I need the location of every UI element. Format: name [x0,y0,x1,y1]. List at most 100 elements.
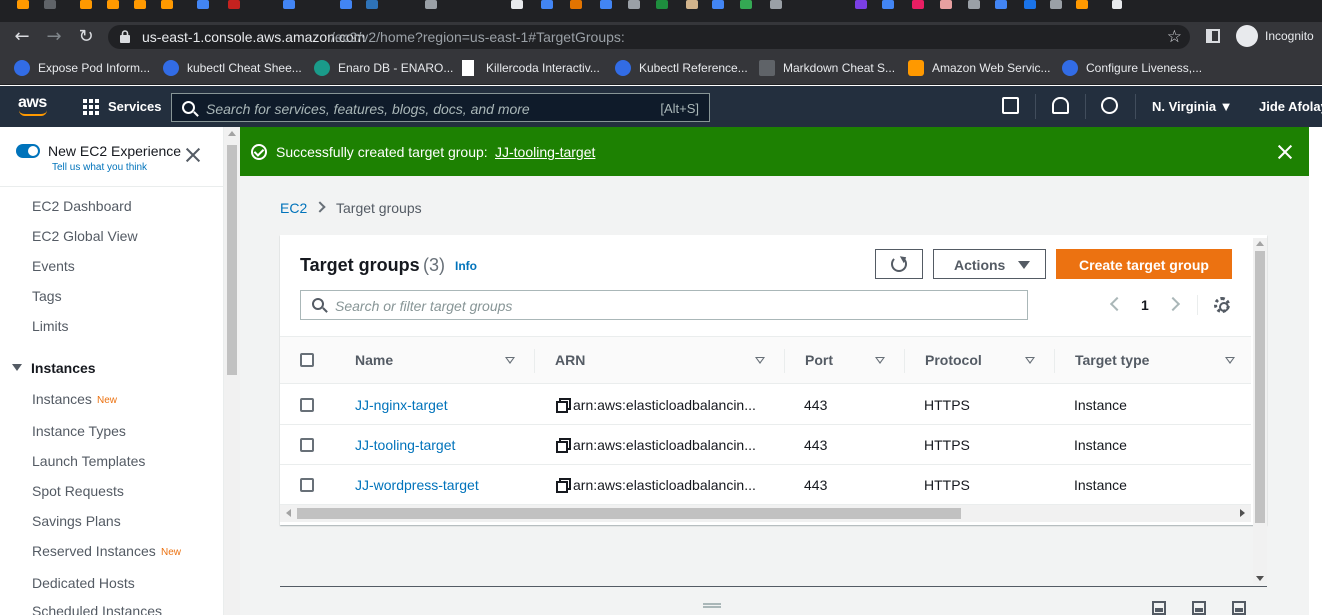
tab-favicon[interactable] [366,0,378,9]
row-checkbox[interactable] [300,398,314,412]
account-menu[interactable]: Jide Afolaya [1259,99,1322,114]
actions-button[interactable]: Actions [933,249,1046,279]
help-icon[interactable] [1101,97,1118,114]
tab-favicon[interactable] [17,0,29,9]
split-panel-drag-handle[interactable] [703,603,721,608]
split-panel-hide-icon[interactable] [1232,601,1246,615]
sidebar-section-instances[interactable]: Instances [31,360,96,376]
close-icon[interactable] [1277,144,1293,160]
tab-favicon[interactable] [940,0,952,9]
tab-favicon[interactable] [228,0,240,9]
tab-favicon[interactable] [882,0,894,9]
row-checkbox[interactable] [300,438,314,452]
filter-input[interactable]: Search or filter target groups [300,290,1028,320]
feedback-link[interactable]: Tell us what you think [52,162,147,173]
scrollbar-thumb[interactable] [1255,251,1265,523]
sort-icon[interactable] [875,357,885,364]
new-experience-toggle[interactable] [16,144,40,158]
create-target-group-button[interactable]: Create target group [1056,249,1232,279]
cloudshell-icon[interactable] [1002,97,1019,114]
tab-favicon[interactable] [1076,0,1088,9]
sidebar-item-savings-plans[interactable]: Savings Plans [32,513,121,529]
caret-down-icon[interactable] [12,364,22,371]
scroll-up-icon[interactable] [228,131,236,136]
sort-icon[interactable] [1025,357,1035,364]
sort-icon[interactable] [505,357,515,364]
sidebar-item-launch-templates[interactable]: Launch Templates [32,453,145,469]
table-row[interactable]: JJ-tooling-target arn:aws:elasticloadbal… [280,425,1251,465]
scroll-right-icon[interactable] [1240,509,1245,517]
tab-favicon[interactable] [656,0,668,9]
bell-icon[interactable] [1052,97,1069,114]
scrollbar-thumb[interactable] [227,145,237,375]
row-checkbox[interactable] [300,478,314,492]
sidebar-item-ec2-global-view[interactable]: EC2 Global View [32,228,138,244]
refresh-button[interactable] [875,249,923,279]
scroll-down-icon[interactable] [1256,576,1264,581]
sidebar-item-spot-requests[interactable]: Spot Requests [32,483,124,499]
url-input[interactable]: us-east-1.console.aws.amazon.com /ec2/v2… [108,25,1190,49]
page-number[interactable]: 1 [1141,297,1149,313]
table-row[interactable]: JJ-wordpress-target arn:aws:elasticloadb… [280,465,1251,505]
copy-icon[interactable] [556,438,571,453]
sidebar-item-dedicated-hosts[interactable]: Dedicated Hosts [32,575,135,591]
tab-favicon[interactable] [628,0,640,9]
tab-favicon[interactable] [995,0,1007,9]
grid-icon[interactable] [83,99,99,115]
tab-favicon[interactable] [107,0,119,9]
copy-icon[interactable] [556,398,571,413]
scroll-up-icon[interactable] [1256,241,1264,246]
info-link[interactable]: Info [455,259,477,273]
tab-favicon[interactable] [855,0,867,9]
region-selector[interactable]: N. Virginia ▼ [1152,99,1233,114]
tab-favicon[interactable] [968,0,980,9]
tab-favicon[interactable] [770,0,782,9]
target-group-name-link[interactable]: JJ-wordpress-target [355,477,479,493]
sidebar-item-scheduled-instances[interactable]: Scheduled Instances [32,603,162,615]
sidebar-item-tags[interactable]: Tags [32,288,62,304]
split-panel-bottom-icon[interactable] [1152,601,1166,615]
flash-target-group-link[interactable]: JJ-tooling-target [495,144,595,160]
tab-favicon[interactable] [712,0,724,9]
sidebar-item-events[interactable]: Events [32,258,75,274]
tab-favicon[interactable] [686,0,698,9]
tab-favicon[interactable] [912,0,924,9]
column-header-protocol[interactable]: Protocol [925,352,982,368]
table-horizontal-scrollbar[interactable] [280,505,1251,522]
sidebar-item-instances[interactable]: Instances [32,391,92,407]
tab-favicon[interactable] [197,0,209,9]
reload-icon[interactable]: ↻ [74,26,98,48]
services-menu-button[interactable]: Services [108,99,162,114]
tab-favicon[interactable] [425,0,437,9]
chevron-left-icon[interactable] [1109,296,1125,312]
column-header-name[interactable]: Name [355,352,393,368]
gear-icon[interactable] [1214,297,1230,313]
target-group-name-link[interactable]: JJ-nginx-target [355,397,448,413]
tab-favicon[interactable] [570,0,582,9]
back-icon[interactable]: ← [10,26,34,48]
tab-favicon[interactable] [600,0,612,9]
side-panel-icon[interactable] [1206,29,1220,43]
tab-favicon[interactable] [340,0,352,9]
select-all-checkbox[interactable] [300,353,314,367]
scrollbar-thumb[interactable] [297,508,961,519]
tab-favicon[interactable] [161,0,173,9]
new-tab-icon[interactable] [1112,0,1122,9]
split-panel-side-icon[interactable] [1192,601,1206,615]
column-header-target-type[interactable]: Target type [1075,352,1149,368]
sort-icon[interactable] [1225,357,1235,364]
sort-icon[interactable] [755,357,765,364]
tab-favicon[interactable] [541,0,553,9]
close-icon[interactable] [185,147,201,163]
tab-favicon[interactable] [134,0,146,9]
column-header-arn[interactable]: ARN [555,352,585,368]
panel-vertical-scrollbar[interactable] [1253,238,1267,584]
bookmark-star-icon[interactable]: ☆ [1167,27,1182,47]
incognito-icon[interactable] [1236,25,1258,47]
target-group-name-link[interactable]: JJ-tooling-target [355,437,455,453]
tab-favicon[interactable] [1024,0,1036,9]
column-header-port[interactable]: Port [805,352,833,368]
forward-icon[interactable]: → [42,26,66,48]
sidebar-item-ec2-dashboard[interactable]: EC2 Dashboard [32,198,132,214]
copy-icon[interactable] [556,478,571,493]
